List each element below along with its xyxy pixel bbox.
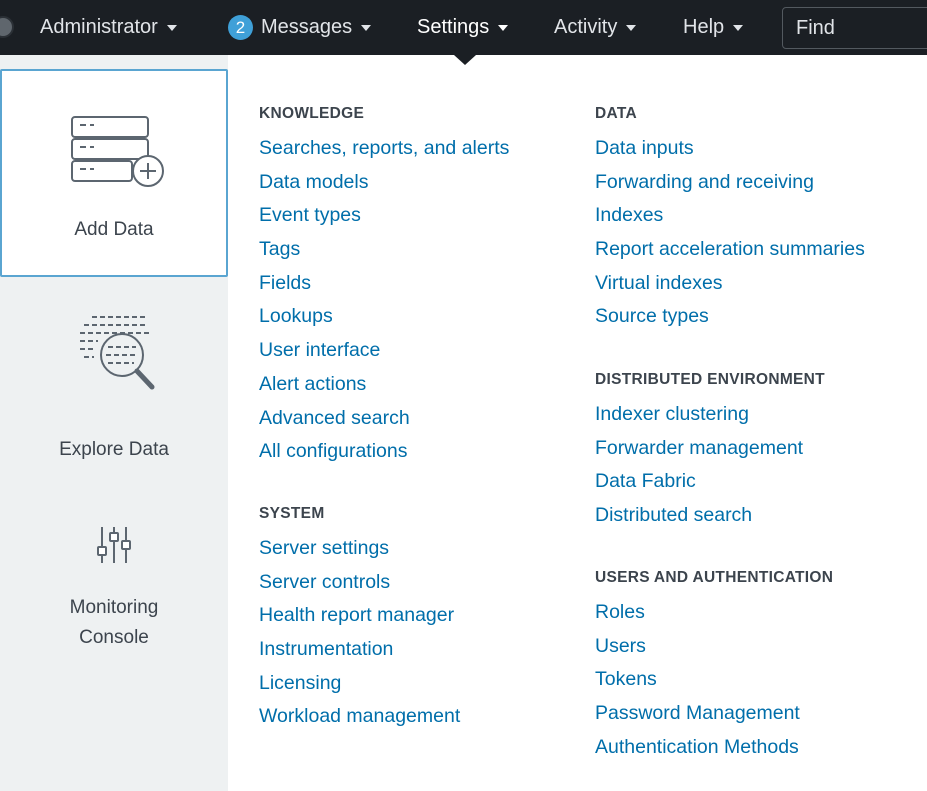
nav-settings-label: Settings [417, 16, 490, 38]
nav-administrator-label: Administrator [40, 16, 158, 38]
link-all-configurations[interactable]: All configurations [259, 435, 509, 469]
link-data-inputs[interactable]: Data inputs [595, 132, 865, 166]
link-health-report-manager[interactable]: Health report manager [259, 599, 460, 633]
users-authentication-heading: USERS AND AUTHENTICATION [595, 569, 834, 586]
link-report-acceleration-summaries[interactable]: Report acceleration summaries [595, 233, 865, 267]
caret-down-icon [166, 24, 177, 31]
link-distributed-search[interactable]: Distributed search [595, 499, 825, 533]
link-data-models[interactable]: Data models [259, 166, 509, 200]
link-licensing[interactable]: Licensing [259, 667, 460, 701]
add-data-tile[interactable]: Add Data [0, 69, 228, 277]
nav-settings-menu[interactable]: Settings [417, 0, 509, 55]
nav-messages-menu[interactable]: 2 Messages [228, 0, 372, 55]
link-tokens[interactable]: Tokens [595, 663, 833, 697]
link-server-controls[interactable]: Server controls [259, 566, 460, 600]
nav-administrator-menu[interactable]: Administrator [40, 0, 177, 55]
link-authentication-methods[interactable]: Authentication Methods [595, 731, 833, 765]
database-add-icon [71, 116, 164, 187]
sliders-icon [97, 527, 131, 563]
link-forwarding-receiving[interactable]: Forwarding and receiving [595, 166, 865, 200]
link-advanced-search[interactable]: Advanced search [259, 402, 509, 436]
settings-quick-actions-rail: Add Data Explore Data Monitoring Console [0, 55, 228, 791]
link-virtual-indexes[interactable]: Virtual indexes [595, 267, 865, 301]
link-password-management[interactable]: Password Management [595, 697, 833, 731]
caret-down-icon [733, 24, 744, 31]
messages-count-badge: 2 [228, 15, 253, 40]
link-event-types[interactable]: Event types [259, 199, 509, 233]
data-heading: DATA [595, 105, 637, 122]
link-source-types[interactable]: Source types [595, 300, 865, 334]
find-input[interactable] [782, 7, 927, 49]
link-user-interface[interactable]: User interface [259, 334, 509, 368]
link-workload-management[interactable]: Workload management [259, 700, 460, 734]
distributed-environment-heading: DISTRIBUTED ENVIRONMENT [595, 371, 825, 388]
monitoring-console-label-line2: Console [79, 627, 149, 648]
link-fields[interactable]: Fields [259, 267, 509, 301]
caret-down-icon [498, 24, 509, 31]
system-heading: SYSTEM [259, 505, 325, 522]
link-alert-actions[interactable]: Alert actions [259, 368, 509, 402]
nav-activity-menu[interactable]: Activity [554, 0, 637, 55]
link-indexes[interactable]: Indexes [595, 199, 865, 233]
explore-data-label: Explore Data [59, 439, 169, 460]
top-nav-bar: Administrator 2 Messages Settings Activi… [0, 0, 927, 55]
link-server-settings[interactable]: Server settings [259, 532, 460, 566]
link-users[interactable]: Users [595, 630, 833, 664]
link-roles[interactable]: Roles [595, 596, 833, 630]
app-logo-icon[interactable] [0, 16, 14, 38]
link-searches-reports-alerts[interactable]: Searches, reports, and alerts [259, 132, 509, 166]
users-authentication-section: USERS AND AUTHENTICATION Roles Users Tok… [595, 566, 833, 764]
link-lookups[interactable]: Lookups [259, 300, 509, 334]
knowledge-heading: KNOWLEDGE [259, 105, 365, 122]
link-indexer-clustering[interactable]: Indexer clustering [595, 398, 825, 432]
monitoring-console-tile[interactable]: Monitoring Console [0, 517, 228, 657]
nav-help-label: Help [683, 16, 725, 38]
system-section: SYSTEM Server settings Server controls H… [259, 502, 460, 734]
add-data-label: Add Data [74, 219, 154, 240]
monitoring-console-label-line1: Monitoring [69, 597, 159, 618]
data-section: DATA Data inputs Forwarding and receivin… [595, 102, 865, 334]
link-tags[interactable]: Tags [259, 233, 509, 267]
nav-messages-label: Messages [261, 16, 353, 38]
link-forwarder-management[interactable]: Forwarder management [595, 432, 825, 466]
knowledge-section: KNOWLEDGE Searches, reports, and alerts … [259, 102, 509, 469]
link-instrumentation[interactable]: Instrumentation [259, 633, 460, 667]
nav-activity-label: Activity [554, 16, 618, 38]
link-data-fabric[interactable]: Data Fabric [595, 465, 825, 499]
search-data-icon [80, 316, 155, 390]
caret-down-icon [361, 24, 372, 31]
dropdown-pointer [454, 55, 476, 65]
nav-help-menu[interactable]: Help [683, 0, 744, 55]
caret-down-icon [626, 24, 637, 31]
explore-data-tile[interactable]: Explore Data [0, 305, 228, 475]
distributed-environment-section: DISTRIBUTED ENVIRONMENT Indexer clusteri… [595, 368, 825, 533]
